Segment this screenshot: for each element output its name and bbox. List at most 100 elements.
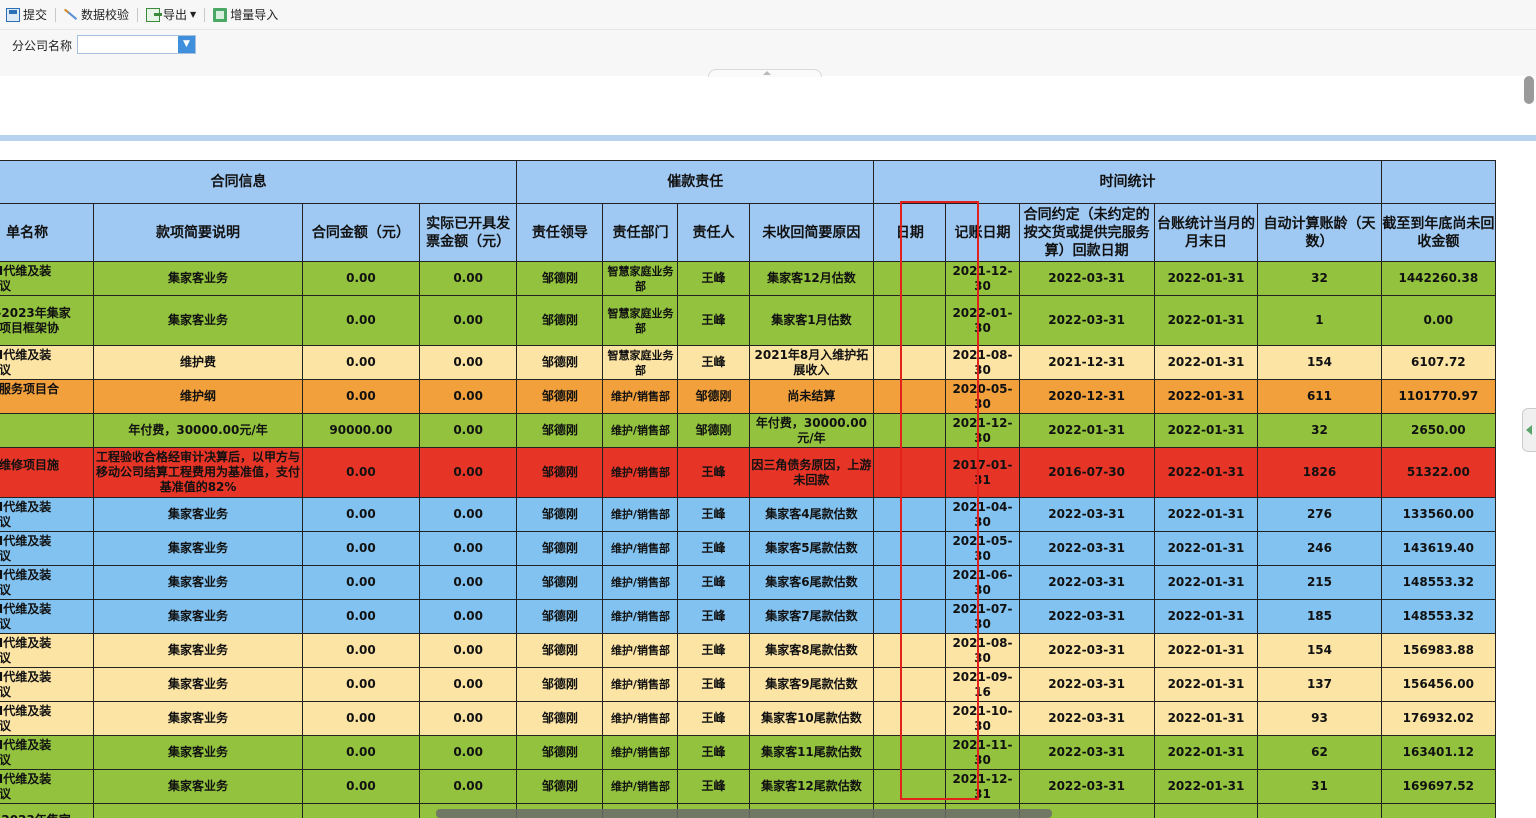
cell-due-date[interactable]: 2022-03-31 xyxy=(1018,295,1155,346)
cell-age[interactable]: 185 xyxy=(1257,599,1382,634)
cell-age[interactable]: 215 xyxy=(1257,565,1382,600)
cell-remaining[interactable]: 176932.02 xyxy=(1380,701,1497,736)
cell-dept[interactable]: 智慧家庭业务部 xyxy=(602,345,679,380)
cell-month-end[interactable]: 2022-01-31 xyxy=(1153,701,1259,736)
cell-dept[interactable]: 维护/销售部 xyxy=(602,633,679,668)
cell-leader[interactable]: 邹德刚 xyxy=(516,295,604,346)
cell-reason[interactable]: 集家客8尾款估数 xyxy=(748,633,875,668)
cell-reason[interactable]: 2021年8月入维护拓展收入 xyxy=(748,345,875,380)
cell-book-date[interactable]: 2021-12-30 xyxy=(945,261,1020,296)
cell-invoiced[interactable]: 0.00 xyxy=(419,667,518,702)
cell-reason[interactable]: 集家客12月估数 xyxy=(748,261,875,296)
cell-person[interactable]: 王峰 xyxy=(677,565,750,600)
cell-reason[interactable]: 年付费，30000.00元/年 xyxy=(748,413,875,448)
cell-age[interactable]: 611 xyxy=(1257,379,1382,414)
cell-leader[interactable]: 邹德刚 xyxy=(516,345,604,380)
cell-leader[interactable]: 邹德刚 xyxy=(516,701,604,736)
cell-invoiced[interactable]: 0.00 xyxy=(419,565,518,600)
cell-reason[interactable]: 集家客6尾款估数 xyxy=(748,565,875,600)
cell-date[interactable] xyxy=(873,633,947,668)
cell-leader[interactable]: 邹德刚 xyxy=(516,379,604,414)
column-header[interactable]: 款项简要说明 xyxy=(93,203,303,262)
table-row[interactable]: WLAN代维及装 框架协议集家客业务0.000.00邹德刚维护/销售部王峰集家客… xyxy=(0,599,1497,634)
column-header[interactable]: 自动计算账龄（天数） xyxy=(1257,203,1382,262)
cell-month-end[interactable]: 2022-01-31 xyxy=(1153,633,1259,668)
cell-invoiced[interactable]: 0.00 xyxy=(419,599,518,634)
cell-book-date[interactable]: 2021-11-30 xyxy=(945,735,1020,770)
cell-name[interactable]: WLAN代维及装 框架协议 xyxy=(0,701,95,736)
cell-name[interactable]: 2021-2023年集家 xyxy=(0,803,95,818)
cell-leader[interactable]: 邹德刚 xyxy=(516,447,604,498)
cell-reason[interactable]: 集家客4尾款估数 xyxy=(748,497,875,532)
cell-month-end[interactable]: 2022-01-31 xyxy=(1153,565,1259,600)
cell-due-date[interactable]: 2022-03-31 xyxy=(1018,735,1155,770)
cell-name[interactable]: WLAN代维及装 框架协议 xyxy=(0,345,95,380)
cell-date[interactable] xyxy=(873,667,947,702)
cell-remaining[interactable]: 0.00 xyxy=(1380,295,1497,346)
table-row[interactable]: WLAN代维及装 框架协议集家客业务0.000.00邹德刚维护/销售部王峰集家客… xyxy=(0,735,1497,770)
column-header[interactable]: 截至到年底尚未回收金额 xyxy=(1380,203,1497,262)
table-row[interactable]: WLAN代维及装 框架协议集家客业务0.000.00邹德刚维护/销售部王峰集家客… xyxy=(0,565,1497,600)
cell-remaining[interactable]: 143619.40 xyxy=(1380,531,1497,566)
cell-amount[interactable] xyxy=(301,803,421,818)
cell-leader[interactable]: 邹德刚 xyxy=(516,413,604,448)
cell-due-date[interactable]: 2022-03-31 xyxy=(1018,667,1155,702)
cell-month-end[interactable]: 2022-01-31 xyxy=(1153,413,1259,448)
cell-desc[interactable] xyxy=(93,803,303,818)
table-row[interactable]: 动协维服务项目合 议维护纲0.000.00邹德刚维护/销售部邹德刚尚未结算202… xyxy=(0,379,1497,414)
cell-amount[interactable]: 0.00 xyxy=(301,295,421,346)
cell-due-date[interactable]: 2022-03-31 xyxy=(1018,599,1155,634)
cell-due-date[interactable]: 2022-03-31 xyxy=(1018,565,1155,600)
cell-book-date[interactable]: 2022-01-30 xyxy=(945,295,1020,346)
cell-desc[interactable]: 集家客业务 xyxy=(93,295,303,346)
cell-desc[interactable]: 工程验收合格经审计决算后，以甲方与移动公司结算工程费用为基准值，支付基准值的82… xyxy=(93,447,303,498)
validate-button[interactable]: 数据校验 xyxy=(60,4,133,26)
cell-amount[interactable]: 0.00 xyxy=(301,769,421,804)
cell-due-date[interactable]: 2022-03-31 xyxy=(1018,531,1155,566)
cell-invoiced[interactable]: 0.00 xyxy=(419,413,518,448)
cell-date[interactable] xyxy=(873,295,947,346)
cell-name[interactable]: WLAN代维及装 框架协议 xyxy=(0,497,95,532)
cell-amount[interactable]: 0.00 xyxy=(301,599,421,634)
cell-book-date[interactable]: 2021-10-30 xyxy=(945,701,1020,736)
cell-desc[interactable]: 集家客业务 xyxy=(93,701,303,736)
cell-invoiced[interactable]: 0.00 xyxy=(419,295,518,346)
cell-book-date[interactable]: 2021-12-30 xyxy=(945,413,1020,448)
table-row[interactable]: WLAN代维及装 框架协议集家客业务0.000.00邹德刚智慧家庭业务部王峰集家… xyxy=(0,261,1497,296)
cell-person[interactable]: 王峰 xyxy=(677,599,750,634)
cell-invoiced[interactable]: 0.00 xyxy=(419,769,518,804)
cell-amount[interactable]: 0.00 xyxy=(301,345,421,380)
column-header[interactable]: 合同金额（元） xyxy=(301,203,421,262)
cell-leader[interactable]: 邹德刚 xyxy=(516,633,604,668)
cell-dept[interactable]: 维护/销售部 xyxy=(602,413,679,448)
cell-due-date[interactable]: 2022-03-31 xyxy=(1018,633,1155,668)
cell-remaining[interactable]: 169697.52 xyxy=(1380,769,1497,804)
cell-remaining[interactable]: 148553.32 xyxy=(1380,565,1497,600)
side-panel-toggle[interactable] xyxy=(1522,408,1536,452)
cell-leader[interactable]: 邹德刚 xyxy=(516,735,604,770)
cell-book-date[interactable]: 2021-09-16 xyxy=(945,667,1020,702)
cell-desc[interactable]: 集家客业务 xyxy=(93,633,303,668)
cell-reason[interactable]: 集家客11尾款估数 xyxy=(748,735,875,770)
cell-date[interactable] xyxy=(873,531,947,566)
cell-date[interactable] xyxy=(873,261,947,296)
cell-leader[interactable]: 邹德刚 xyxy=(516,599,604,634)
cell-leader[interactable]: 邹德刚 xyxy=(516,565,604,600)
cell-leader[interactable]: 邹德刚 xyxy=(516,497,604,532)
cell-desc[interactable]: 集家客业务 xyxy=(93,667,303,702)
cell-age[interactable]: 246 xyxy=(1257,531,1382,566)
cell-month-end[interactable]: 2022-01-31 xyxy=(1153,531,1259,566)
cell-month-end[interactable]: 2022-01-31 xyxy=(1153,735,1259,770)
vertical-scrollbar[interactable] xyxy=(1524,76,1534,104)
column-header[interactable]: 记账日期 xyxy=(945,203,1020,262)
table-row[interactable]: WLAN代维及装 框架协议维护费0.000.00邹德刚智慧家庭业务部王峰2021… xyxy=(0,345,1497,380)
cell-person[interactable]: 王峰 xyxy=(677,701,750,736)
cell-age[interactable] xyxy=(1257,803,1382,818)
cell-dept[interactable]: 维护/销售部 xyxy=(602,701,679,736)
table-row[interactable]: WLAN代维及装 框架协议集家客业务0.000.00邹德刚维护/销售部王峰集家客… xyxy=(0,633,1497,668)
cell-person[interactable]: 王峰 xyxy=(677,447,750,498)
cell-leader[interactable]: 邹德刚 xyxy=(516,667,604,702)
cell-due-date[interactable]: 2022-03-31 xyxy=(1018,701,1155,736)
branch-select[interactable]: ▼ xyxy=(77,35,196,54)
cell-amount[interactable]: 0.00 xyxy=(301,447,421,498)
